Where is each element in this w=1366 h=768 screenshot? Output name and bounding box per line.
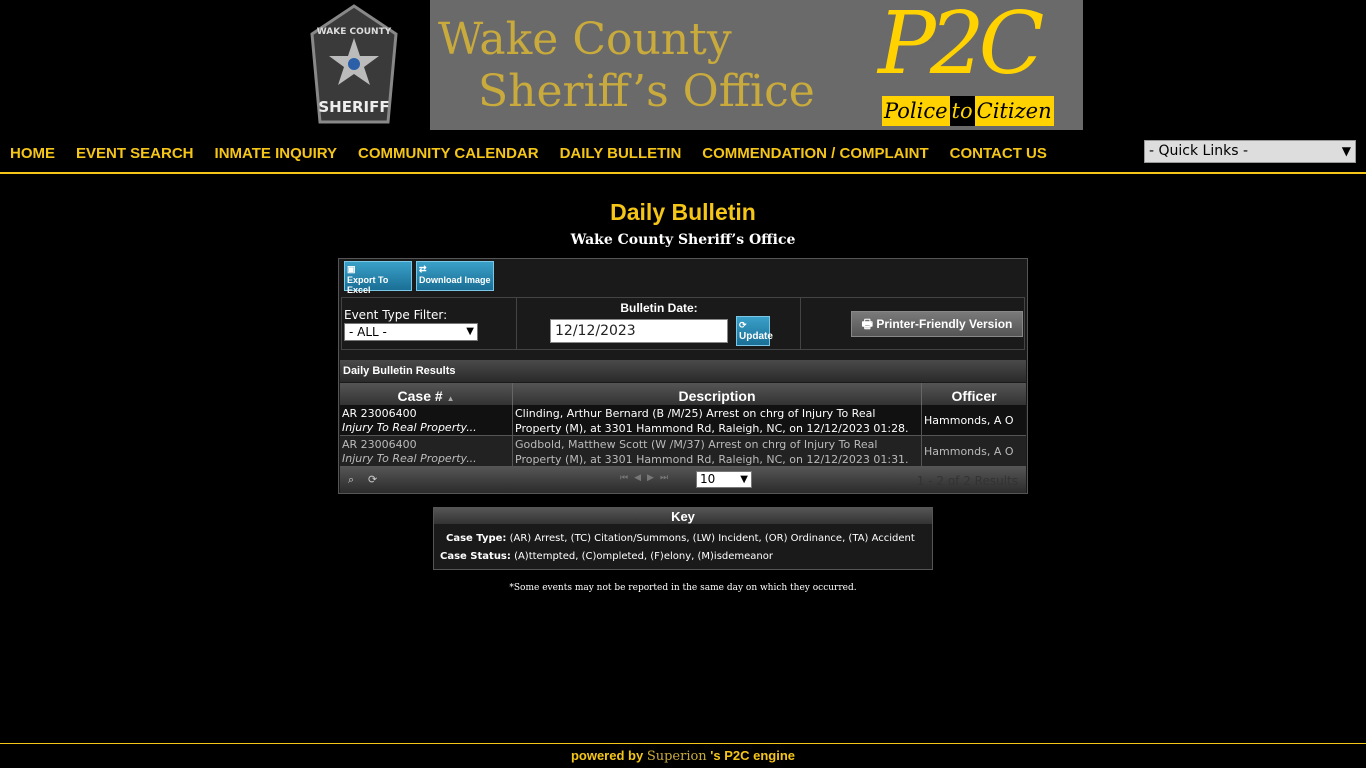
case-type: Injury To Real Property... [342,421,477,434]
chevron-down-icon: ▼ [1341,144,1351,158]
bulletin-date-cell: Bulletin Date: 12/12/2023 ⟳ Update [517,298,801,349]
chevron-down-icon: ▼ [740,474,748,485]
cell-officer: Hammonds, A O [924,445,1014,458]
footer: powered by Superion 's P2C engine [0,748,1366,764]
p2c-tagline: Police to Citizen [882,96,1054,126]
tagline-citizen: Citizen [974,96,1054,126]
pager: ⌕ ⟳ ⏮◀▶⏭ 10 ▼ 1 - 2 of 2 Results [340,467,1026,493]
nav-contact-us[interactable]: CONTACT US [950,144,1047,164]
nav-event-search[interactable]: EVENT SEARCH [76,144,194,164]
case-number: AR 23006400 [342,438,417,451]
p2c-logo: P2C Police to Citizen [878,0,1078,130]
case-type: Injury To Real Property... [342,452,477,465]
main-nav: HOME EVENT SEARCH INMATE INQUIRY COMMUNI… [10,144,1068,164]
quick-links-select[interactable]: - Quick Links - ▼ [1144,140,1356,163]
column-header-case[interactable]: Case # ▲ [340,383,513,405]
table-row[interactable]: AR 23006400 Injury To Real Property... G… [340,436,1026,467]
column-header-description[interactable]: Description [513,383,922,405]
key-case-type-label: Case Type: [446,533,507,544]
quick-links-value: - Quick Links - [1149,143,1249,159]
sheriff-badge-logo: WAKE COUNTY SHERIFF [310,4,398,126]
sort-icon: ▲ [446,394,455,403]
cell-description: Clinding, Arthur Bernard (B /M/25) Arres… [513,405,922,435]
bulletin-panel: ▣ Export To Excel ⇄ Download Image Event… [338,258,1028,494]
event-type-select[interactable]: - ALL - ▼ [344,323,478,341]
bulletin-date-label: Bulletin Date: [620,301,698,315]
column-header-officer[interactable]: Officer [922,383,1026,405]
cell-case: AR 23006400 Injury To Real Property... [340,436,513,466]
search-icon[interactable]: ⌕ [348,473,354,487]
export-to-excel-button[interactable]: ▣ Export To Excel [344,261,412,295]
banner-title-line2: Sheriff’s Office [478,66,815,117]
refresh-icon[interactable]: ⟳ [368,473,377,486]
footer-suffix: 's P2C engine [706,748,796,763]
badge-text-top: WAKE COUNTY [317,27,392,37]
event-type-label: Event Type Filter: [344,308,448,322]
event-type-value: - ALL - [349,325,387,339]
print-cell: 🖶 Printer-Friendly Version [801,298,1024,349]
key-case-status: Case Status: (A)ttempted, (C)ompleted, (… [440,551,773,562]
cell-case: AR 23006400 Injury To Real Property... [340,405,513,435]
update-label: Update [739,331,773,342]
nav-inmate-inquiry[interactable]: INMATE INQUIRY [215,144,338,164]
key-title: Key [434,508,932,524]
tagline-police: Police [882,96,950,126]
p2c-logo-text: P2C [878,0,1044,94]
nav-daily-bulletin[interactable]: DAILY BULLETIN [560,144,682,164]
page-size-value: 10 [700,472,716,486]
grid-header: Case # ▲ Description Officer [340,383,1026,405]
cell-officer: Hammonds, A O [924,414,1014,427]
key-case-status-label: Case Status: [440,551,511,562]
printer-icon: 🖶 [861,317,873,331]
chevron-down-icon: ▼ [466,326,474,337]
nav-home[interactable]: HOME [10,144,55,164]
printer-friendly-button[interactable]: 🖶 Printer-Friendly Version [851,311,1023,337]
download-image-label: Download Image [419,275,491,285]
update-button[interactable]: ⟳ Update [736,316,773,346]
badge-text-bottom: SHERIFF [318,98,389,116]
page-size-select[interactable]: 10 ▼ [696,471,752,488]
footnote: *Some events may not be reported in the … [509,583,857,593]
key-case-type-text: (AR) Arrest, (TC) Citation/Summons, (LW)… [506,533,915,544]
page-subtitle: Wake County Sheriff’s Office [570,232,796,248]
pager-nav-icons[interactable]: ⏮◀▶⏭ [620,473,674,483]
refresh-icon: ⟳ [739,320,747,330]
footer-prefix: powered by [570,748,647,763]
banner-title-line1: Wake County [438,14,732,65]
download-image-button[interactable]: ⇄ Download Image [416,261,494,291]
results-heading: Daily Bulletin Results [340,360,1026,382]
key-case-status-text: (A)ttempted, (C)ompleted, (F)elony, (M)i… [510,551,773,562]
results-summary: 1 - 2 of 2 Results [916,474,1018,488]
cell-description: Godbold, Matthew Scott (W /M/37) Arrest … [513,436,922,466]
save-icon: ▣ [347,264,356,274]
nav-community-calendar[interactable]: COMMUNITY CALENDAR [358,144,539,164]
footer-brand-link[interactable]: Superion [647,749,707,764]
event-type-cell: Event Type Filter: - ALL - ▼ [342,298,517,349]
bulletin-date-input[interactable]: 12/12/2023 [550,319,728,343]
footer-divider [0,743,1366,744]
case-number: AR 23006400 [342,407,417,420]
printer-friendly-label: Printer-Friendly Version [876,317,1013,331]
nav-divider [0,172,1366,174]
export-to-excel-label: Export To Excel [347,275,389,295]
table-row[interactable]: AR 23006400 Injury To Real Property... C… [340,405,1026,436]
key-case-type: Case Type: (AR) Arrest, (TC) Citation/Su… [446,533,915,544]
page-title: Daily Bulletin [610,199,756,225]
column-header-case-label: Case # [397,388,443,404]
filter-row: Event Type Filter: - ALL - ▼ Bulletin Da… [341,297,1025,350]
exchange-icon: ⇄ [419,264,427,274]
tagline-to: to [949,96,975,126]
nav-commendation-complaint[interactable]: COMMENDATION / COMPLAINT [702,144,928,164]
key-box: Key Case Type: (AR) Arrest, (TC) Citatio… [433,507,933,570]
